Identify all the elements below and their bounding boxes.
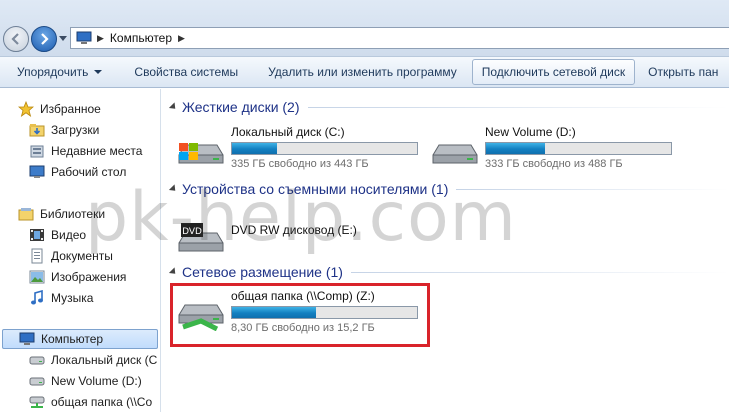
collapse-arrow-icon[interactable] [168,267,179,277]
drive-free-space: 333 ГБ свободно из 488 ГБ [485,158,623,170]
navigation-pane: Избранное Загрузки Недавние места Рабочи… [0,89,160,412]
collapse-arrow-icon[interactable] [168,184,179,194]
sidebar-label: общая папка (\\Co [51,395,153,409]
sidebar-label: Загрузки [51,123,100,137]
drive-e[interactable]: DVD DVD RW дисковод (E:) [177,211,427,255]
group-header-network[interactable]: Сетевое размещение (1) [168,263,729,281]
organize-button[interactable]: Упорядочить [0,59,111,85]
group-title: Жесткие диски (2) [182,99,300,115]
system-properties-button[interactable]: Свойства системы [125,59,247,85]
history-dropdown-icon[interactable] [59,36,67,41]
sidebar-item-shared-folder[interactable]: общая папка (\\Co [29,392,152,412]
group-header-removable[interactable]: Устройства со съемными носителями (1) [168,180,729,198]
collapse-arrow-icon[interactable] [168,102,179,112]
hard-drive-icon [29,352,45,368]
sidebar-label: Компьютер [41,332,104,346]
arrow-right-icon [41,33,49,45]
highlight-box [170,283,430,347]
desktop-icon [29,164,45,180]
group-title: Сетевое размещение (1) [182,264,343,280]
group-divider [307,106,729,108]
computer-icon [76,31,92,45]
video-icon [29,227,45,243]
music-note-icon [29,289,45,306]
sidebar-label: Избранное [40,102,101,116]
sidebar-label: Музыка [51,291,94,305]
uninstall-program-button[interactable]: Удалить или изменить программу [259,59,466,85]
sidebar-item-images[interactable]: Изображения [29,267,126,287]
sidebar-item-new-volume[interactable]: New Volume (D:) [29,371,142,391]
sidebar-item-music[interactable]: Музыка [29,288,93,308]
group-title: Устройства со съемными носителями (1) [182,181,449,197]
star-icon [17,100,35,117]
sidebar-label: Изображения [51,270,127,284]
network-drive-icon [29,394,45,410]
content-pane: Жесткие диски (2) Локальный диск (C:) 33… [161,89,729,412]
sidebar-label: Документы [51,249,113,263]
breadcrumb-separator-icon[interactable]: ▶ [97,33,104,44]
address-field[interactable]: ▶ Компьютер ▶ [70,27,729,49]
open-control-panel-button[interactable]: Открыть пан [639,59,727,85]
sidebar-item-downloads[interactable]: Загрузки [29,120,99,140]
drive-usage-bar [231,142,418,155]
sidebar-item-video[interactable]: Видео [29,225,86,245]
sidebar-item-desktop[interactable]: Рабочий стол [29,162,126,182]
drive-name: DVD RW дисковод (E:) [231,223,357,237]
downloads-folder-icon [29,122,45,138]
group-divider [456,188,729,190]
forward-button[interactable] [31,26,57,52]
breadcrumb-separator-icon[interactable]: ▶ [178,33,185,44]
drive-usage-fill [232,143,278,154]
drive-c[interactable]: Локальный диск (C:) 335 ГБ свободно из 4… [177,125,427,170]
address-bar: ▶ Компьютер ▶ [0,0,729,56]
sidebar-item-local-disk[interactable]: Локальный диск (С [29,350,157,370]
sidebar-item-recent[interactable]: Недавние места [29,141,142,161]
drive-usage-bar [485,142,672,155]
dvd-drive-icon: DVD [177,213,225,253]
organize-label: Упорядочить [17,65,89,79]
sidebar-label: Локальный диск (С [51,353,158,367]
command-bar: Упорядочить Свойства системы Удалить или… [0,56,729,88]
drive-d[interactable]: New Volume (D:) 333 ГБ свободно из 488 Г… [431,125,681,170]
sidebar-item-libraries[interactable]: Библиотеки [18,204,105,224]
hard-drive-icon [431,127,479,167]
sidebar-label: Видео [51,228,87,242]
sidebar-label: Рабочий стол [51,165,127,179]
back-button[interactable] [3,26,29,52]
windows-drive-icon [177,127,225,167]
documents-icon [29,248,45,264]
sidebar-label: New Volume (D:) [51,374,142,388]
dvd-logo-text: DVD [182,227,202,237]
images-icon [29,269,45,285]
recent-places-icon [29,143,45,159]
computer-icon [19,331,35,347]
chevron-down-icon [94,70,103,74]
libraries-icon [18,206,34,222]
map-network-drive-button[interactable]: Подключить сетевой диск [471,59,636,85]
drive-usage-fill [486,143,545,154]
group-divider [350,271,729,273]
sidebar-label: Недавние места [51,144,143,158]
sidebar-item-computer[interactable]: Компьютер [2,329,158,349]
arrow-left-icon [11,33,19,45]
drive-free-space: 335 ГБ свободно из 443 ГБ [231,158,369,170]
group-header-hard-drives[interactable]: Жесткие диски (2) [168,98,729,116]
breadcrumb-computer[interactable]: Компьютер [110,31,172,45]
hard-drive-icon [29,373,45,389]
sidebar-item-favorites[interactable]: Избранное [17,99,101,119]
drive-name: New Volume (D:) [485,125,576,139]
drive-name: Локальный диск (C:) [231,125,345,139]
sidebar-item-documents[interactable]: Документы [29,246,113,266]
sidebar-label: Библиотеки [40,207,106,221]
